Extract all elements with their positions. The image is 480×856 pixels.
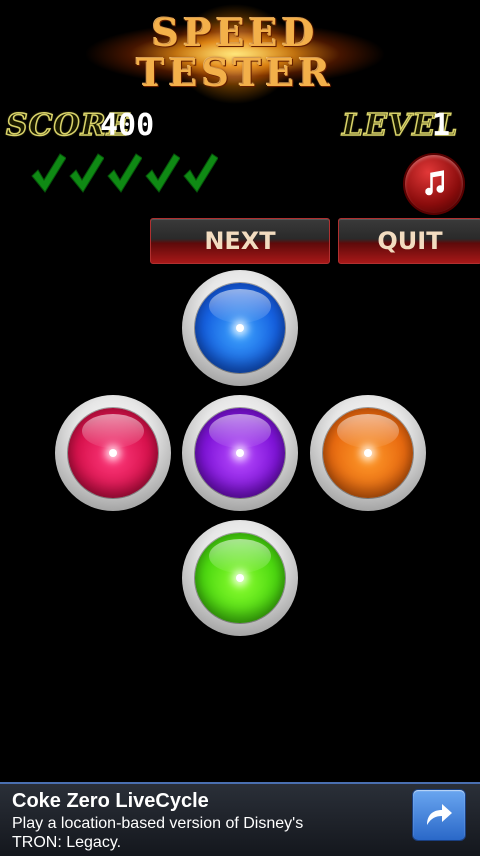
- quit-button[interactable]: QUIT: [338, 218, 480, 264]
- ad-text: Play a location-based version of Disney'…: [12, 815, 304, 851]
- orange-orb-button[interactable]: [310, 395, 426, 511]
- check-icon: [31, 153, 66, 193]
- music-note-icon: [425, 170, 445, 196]
- progress-checks: [30, 150, 218, 196]
- green-orb-button[interactable]: [182, 520, 298, 636]
- title-line-1: SPEED: [151, 10, 319, 55]
- music-toggle-button[interactable]: [405, 155, 463, 213]
- check-icon: [69, 153, 104, 193]
- level-value: 1: [432, 108, 451, 143]
- purple-orb-core: [195, 408, 285, 498]
- check-icon: [107, 153, 142, 193]
- blue-orb-core: [195, 283, 285, 373]
- ad-title: Coke Zero LiveCycle: [12, 790, 209, 812]
- purple-orb-button[interactable]: [182, 395, 298, 511]
- check-icon: [183, 153, 218, 193]
- ad-open-button[interactable]: [413, 790, 465, 840]
- red-orb-button[interactable]: [55, 395, 171, 511]
- orange-orb-core: [323, 408, 413, 498]
- share-arrow-icon: [427, 804, 452, 825]
- ad-banner[interactable]: Coke Zero LiveCycle Play a location-base…: [0, 782, 480, 856]
- score-value: 400: [100, 108, 155, 143]
- title-line-2: TESTER: [136, 50, 334, 95]
- red-orb-core: [68, 408, 158, 498]
- check-icon: [145, 153, 180, 193]
- game-title-logo: SPEED TESTER: [60, 0, 410, 108]
- green-orb-core: [195, 533, 285, 623]
- blue-orb-button[interactable]: [182, 270, 298, 386]
- next-button[interactable]: NEXT: [150, 218, 330, 264]
